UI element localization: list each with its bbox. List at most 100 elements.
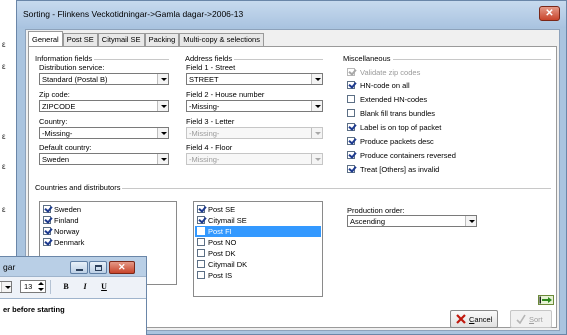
background-window-fragment: ε	[2, 62, 6, 71]
tab-multi-copy[interactable]: Multi-copy & selections	[179, 33, 264, 46]
background-window-fragment: ε	[2, 132, 6, 141]
country-item-denmark[interactable]: Denmark	[41, 237, 175, 248]
stepper-up-icon[interactable]	[38, 282, 44, 285]
address-fields-header: Address fields	[185, 54, 235, 63]
chevron-down-icon[interactable]	[157, 128, 168, 138]
distribution-service-select[interactable]: Standard (Postal B)	[39, 73, 169, 85]
checkbox-icon[interactable]	[197, 238, 205, 246]
distributor-item-citymail-se[interactable]: Citymail SE	[195, 215, 321, 226]
checkbox-icon[interactable]	[197, 216, 205, 224]
checkbox-icon[interactable]	[347, 95, 355, 103]
list-item-label: Citymail SE	[208, 216, 247, 225]
dialog-titlebar[interactable]: Sorting - Flinkens Veckotidningar->Gamla…	[17, 1, 566, 28]
tab-citymail-se[interactable]: Citymail SE	[97, 33, 145, 46]
tab-general[interactable]: General	[28, 31, 63, 46]
list-item-label: Post DK	[208, 249, 236, 258]
minimize-button[interactable]	[70, 261, 88, 274]
countries-distributors-group: Countries and distributors	[35, 183, 551, 192]
checkbox-icon[interactable]	[347, 109, 355, 117]
checkbox-icon[interactable]	[347, 123, 355, 131]
checkbox-icon[interactable]	[43, 238, 51, 246]
checkbox-icon[interactable]	[197, 260, 205, 268]
distributor-item-post-se[interactable]: Post SE	[195, 204, 321, 215]
maximize-icon	[95, 265, 102, 271]
distributor-item-post-is[interactable]: Post IS	[195, 270, 321, 281]
chevron-down-icon[interactable]	[311, 74, 322, 84]
field1-value: STREET	[189, 75, 219, 84]
country-item-norway[interactable]: Norway	[41, 226, 175, 237]
field3-value: -Missing-	[189, 129, 220, 138]
tab-packing[interactable]: Packing	[144, 33, 180, 46]
dialog-title: Sorting - Flinkens Veckotidningar->Gamla…	[23, 9, 244, 19]
sort-button[interactable]: Sort	[510, 310, 552, 328]
field1-select[interactable]: STREET	[186, 73, 323, 85]
checkbox-icon[interactable]	[197, 205, 205, 213]
zip-code-label: Zip code:	[39, 90, 70, 99]
checkbox-label: Validate zip codes	[360, 68, 421, 77]
chevron-down-icon[interactable]	[1, 282, 11, 292]
distributor-item-post-fi[interactable]: Post FI	[195, 226, 321, 237]
chevron-down-icon[interactable]	[157, 101, 168, 111]
editor-close-button[interactable]: ✕	[109, 261, 135, 274]
toolbar-divider	[50, 280, 51, 294]
stepper-down-icon[interactable]	[38, 288, 44, 291]
field2-select[interactable]: -Missing-	[186, 100, 323, 112]
list-item-label: Denmark	[54, 238, 85, 247]
checkbox-label: Blank fill trans bundles	[360, 109, 436, 118]
italic-button[interactable]: I	[77, 280, 93, 293]
close-button[interactable]: ✕	[539, 6, 560, 21]
checkbox-label: Produce packets desc	[360, 137, 434, 146]
checkbox-icon[interactable]	[197, 227, 205, 235]
cancel-x-icon	[456, 314, 466, 324]
checkbox-label: Extended HN-codes	[360, 95, 428, 104]
sort-label: ort	[534, 315, 543, 324]
default-country-select[interactable]: Sweden	[39, 153, 169, 165]
information-fields-header: Information fields	[35, 54, 95, 63]
field4-select: -Missing-	[186, 153, 323, 165]
miscellaneous-group: Miscellaneous	[343, 54, 551, 63]
font-select[interactable]	[0, 281, 12, 293]
chevron-down-icon[interactable]	[157, 154, 168, 164]
font-size-value: 13	[24, 282, 33, 291]
checkbox-icon[interactable]	[197, 271, 205, 279]
list-item-label: Sweden	[54, 205, 82, 214]
checkbox-icon[interactable]	[197, 249, 205, 257]
chevron-down-icon[interactable]	[465, 216, 476, 226]
cancel-button[interactable]: Cancel	[450, 310, 498, 328]
country-item-sweden[interactable]: Sweden	[41, 204, 175, 215]
distributor-item-post-dk[interactable]: Post DK	[195, 248, 321, 259]
bold-button[interactable]: B	[58, 280, 74, 293]
field4-value: -Missing-	[189, 155, 220, 164]
production-order-select[interactable]: Ascending	[347, 215, 477, 227]
checkbox-icon[interactable]	[43, 227, 51, 235]
editor-window: gar ✕ 13 B I U er before starting	[0, 256, 147, 335]
field4-label: Field 4 - Floor	[186, 143, 233, 152]
checkbox-icon[interactable]	[43, 205, 51, 213]
tab-strip: General Post SE Citymail SE Packing Mult…	[28, 31, 264, 46]
distributor-item-post-no[interactable]: Post NO	[195, 237, 321, 248]
tab-post-se[interactable]: Post SE	[62, 33, 98, 46]
editor-content[interactable]: er before starting	[0, 298, 146, 335]
checkbox-icon[interactable]	[347, 81, 355, 89]
country-item-finland[interactable]: Finland	[41, 215, 175, 226]
background-window-fragment: ε	[2, 205, 6, 214]
zip-code-select[interactable]: ZIPCODE	[39, 100, 169, 112]
distributor-item-citymail-dk[interactable]: Citymail DK	[195, 259, 321, 270]
production-order-label: Production order:	[347, 206, 405, 215]
next-arrow-button[interactable]	[538, 295, 554, 305]
checkbox-icon[interactable]	[43, 216, 51, 224]
checkbox-icon[interactable]	[347, 137, 355, 145]
checkbox-icon[interactable]	[347, 151, 355, 159]
list-item-label: Citymail DK	[208, 260, 248, 269]
zip-code-value: ZIPCODE	[42, 102, 76, 111]
maximize-button[interactable]	[89, 261, 107, 274]
cancel-label: ancel	[474, 315, 493, 324]
distributors-list[interactable]: Post SE Citymail SE Post FI Post NO Post…	[193, 201, 323, 297]
country-select[interactable]: -Missing-	[39, 127, 169, 139]
chevron-down-icon[interactable]	[157, 74, 168, 84]
underline-button[interactable]: U	[96, 280, 112, 293]
chevron-down-icon[interactable]	[311, 101, 322, 111]
distribution-service-value: Standard (Postal B)	[42, 75, 108, 84]
font-size-stepper[interactable]: 13	[20, 280, 46, 293]
checkbox-icon[interactable]	[347, 165, 355, 173]
